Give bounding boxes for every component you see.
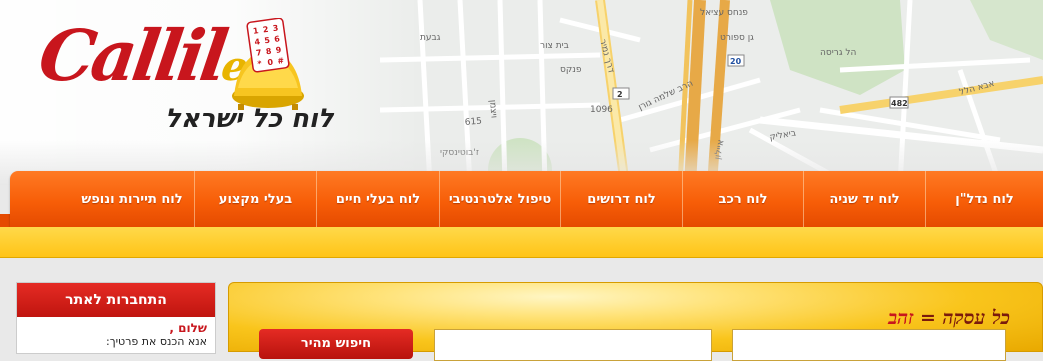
svg-text:גבעת: גבעת bbox=[420, 33, 441, 43]
search-field-area[interactable] bbox=[434, 329, 712, 361]
nav-item-7[interactable]: בעלי מקצוע bbox=[194, 171, 316, 227]
svg-text:1096: 1096 bbox=[590, 105, 613, 115]
nav-item-3[interactable]: לוח רכב bbox=[682, 171, 803, 227]
main-nav: לוח נדל"ן לוח יד שניה לוח רכב לוח דרושים טיפ… bbox=[10, 171, 1043, 227]
logo-tagline: לוח כל ישראל bbox=[165, 104, 334, 134]
svg-text:בית צור: בית צור bbox=[540, 41, 569, 51]
search-field-category[interactable] bbox=[732, 329, 1006, 361]
nav-item-6[interactable]: לוח בעלי חיים bbox=[316, 171, 439, 227]
login-title: התחברות לאתר bbox=[17, 283, 215, 317]
search-panel: כל עסקה = זהב חיפוש מהיר bbox=[228, 282, 1043, 361]
nav-item-1[interactable]: לוח נדל"ן bbox=[925, 171, 1043, 227]
nav-item-2[interactable]: לוח יד שניה bbox=[803, 171, 925, 227]
svg-text:20: 20 bbox=[730, 57, 742, 66]
svg-text:482: 482 bbox=[891, 99, 908, 108]
svg-text:2: 2 bbox=[617, 90, 623, 99]
svg-text:פנקס: פנקס bbox=[560, 65, 582, 75]
site-header: פנקס דרך נמיר הרב שלמה גורן ביאליק אבא ה… bbox=[0, 0, 1043, 185]
login-prompt: אנא הכנס את פרטיך: bbox=[105, 335, 207, 348]
nav-item-5[interactable]: טיפול אלטרנטיבי bbox=[439, 171, 560, 227]
svg-text:פנחס עציאל: פנחס עציאל bbox=[700, 8, 748, 18]
nav-item-8[interactable]: לוח תיירות ונופש bbox=[70, 171, 194, 227]
site-logo[interactable]: Callilee 123 456 789 *0# לוח כל ישראל bbox=[34, 8, 340, 138]
svg-text:ויצמן: ויצמן bbox=[487, 99, 499, 118]
svg-text:615: 615 bbox=[464, 117, 482, 128]
login-box: התחברות לאתר שלום , אנא הכנס את פרטיך: bbox=[16, 282, 216, 354]
quick-search-button[interactable]: חיפוש מהיר bbox=[259, 329, 413, 359]
svg-text:גן ספורט: גן ספורט bbox=[720, 33, 754, 43]
yellow-strip bbox=[0, 227, 1043, 258]
nav-list: לוח נדל"ן לוח יד שניה לוח רכב לוח דרושים טיפ… bbox=[70, 171, 1043, 227]
phone-keypad-icon: 123 456 789 * 0 # bbox=[232, 18, 304, 110]
svg-text:הל גריסה: הל גריסה bbox=[820, 48, 856, 58]
slogan-title: כל עסקה = זהב bbox=[887, 307, 1010, 329]
nav-item-4[interactable]: לוח דרושים bbox=[560, 171, 682, 227]
login-greeting: שלום , bbox=[169, 321, 207, 335]
